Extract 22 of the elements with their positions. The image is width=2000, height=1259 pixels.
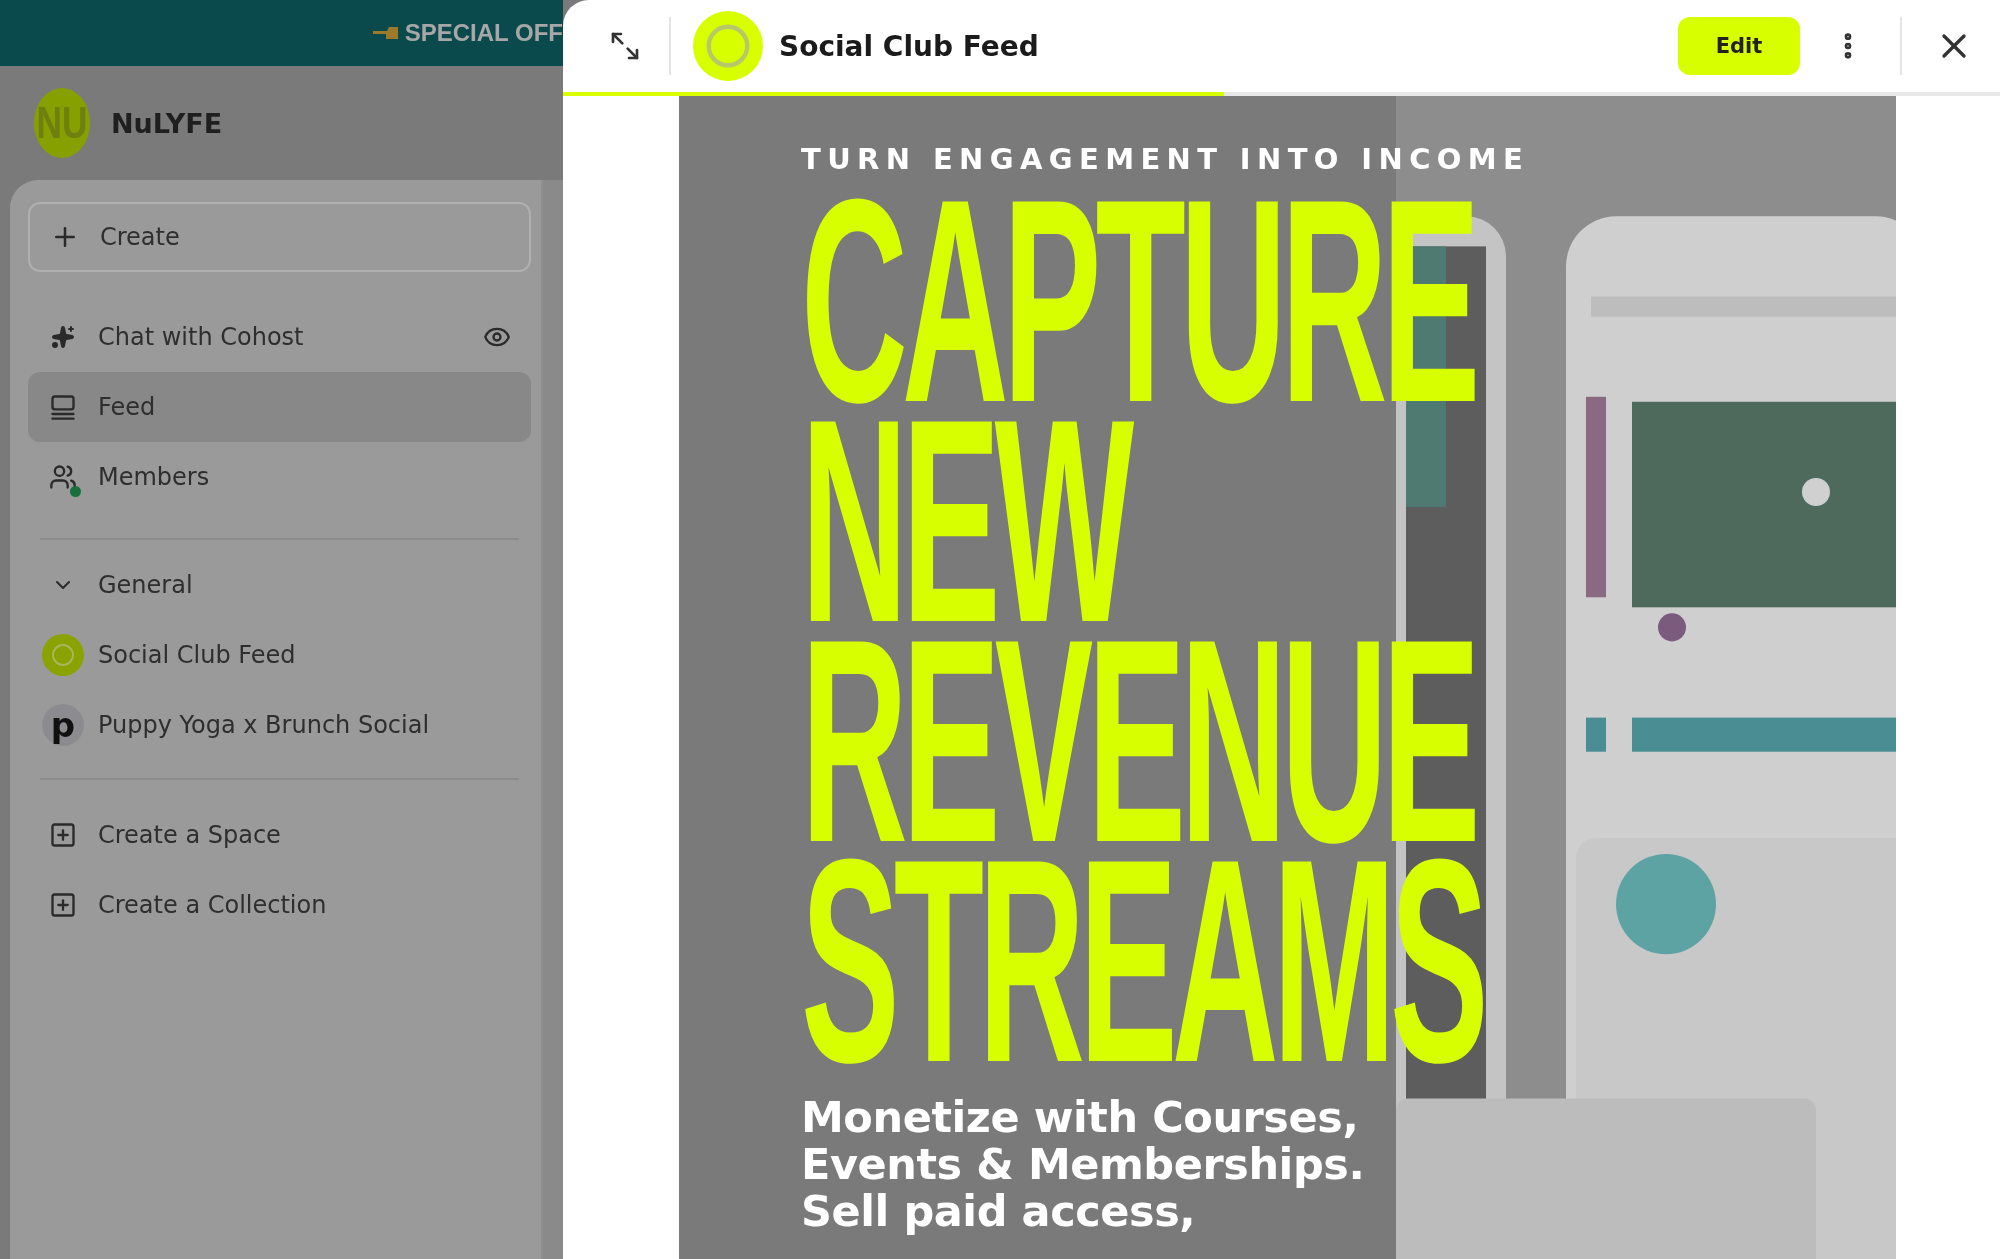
- panel-title: Social Club Feed: [779, 29, 1040, 63]
- sidebar-action[interactable]: Create a Space: [28, 800, 531, 870]
- space-item[interactable]: Social Club Feed: [28, 620, 531, 690]
- people-icon: [49, 463, 77, 491]
- banner-text: SPECIAL OFF: [404, 19, 563, 47]
- section-header[interactable]: General: [28, 550, 531, 620]
- feed-icon: [49, 393, 77, 421]
- sidebar-item[interactable]: Feed: [28, 372, 531, 442]
- space-logo-icon: [42, 634, 84, 676]
- create-button[interactable]: Create: [28, 202, 531, 272]
- sidebar-item[interactable]: Members: [28, 442, 531, 512]
- sidebar-action[interactable]: Create a Collection: [28, 870, 531, 940]
- add-square-icon: [49, 821, 77, 849]
- sparkle-icon: [51, 325, 75, 349]
- edit-button[interactable]: Edit: [1678, 17, 1800, 75]
- space-item[interactable]: p Puppy Yoga x Brunch Social: [28, 690, 531, 760]
- poster-body: Monetize with Courses, Events & Memberships. Sell paid access,: [801, 1094, 1365, 1235]
- brand-name: NuLYFE: [111, 107, 223, 139]
- sidebar-item[interactable]: Chat with Cohost: [28, 302, 531, 372]
- space-avatar: p: [42, 704, 84, 746]
- add-square-icon: [49, 891, 77, 919]
- badge-logo-icon: [693, 11, 763, 81]
